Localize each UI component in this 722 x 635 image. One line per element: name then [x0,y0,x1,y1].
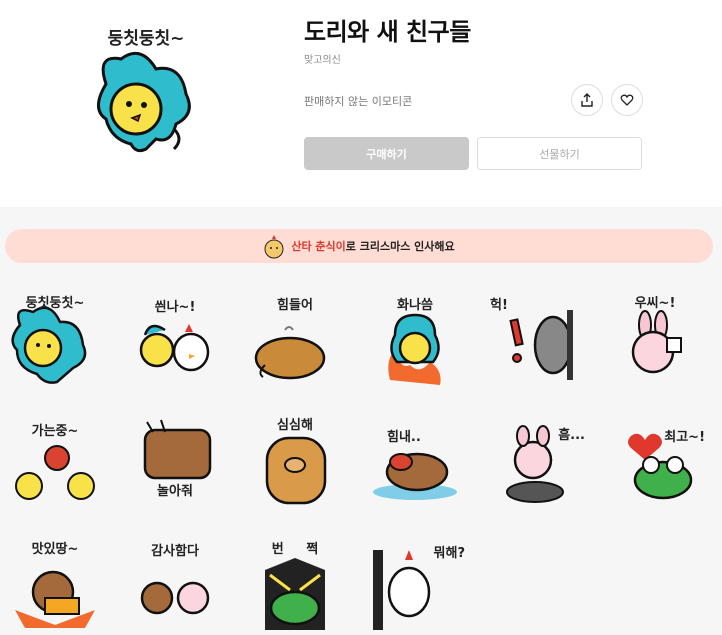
sticker-caption: 가는중~ [31,424,79,439]
sticker-caption: 둥칫둥칫~ [25,296,85,311]
sticker-caption: 힘들어 [277,298,313,313]
choonsik-icon [264,235,284,259]
sticker-caption: 화나씀 [397,298,433,313]
sticker-item[interactable]: 감사함다 [125,530,225,630]
hero-sticker-caption: 둥칫둥칫~ [107,29,185,49]
sticker-caption: 힘내.. [387,430,421,445]
sticker-caption: 번 쩍 [271,542,319,557]
share-icon [581,93,593,107]
sticker-caption: 뭐해? [433,546,465,561]
sticker-item[interactable]: 놀아줘 [125,410,225,510]
sticker-item[interactable]: 우씨~! [605,290,705,390]
promo-banner[interactable]: 산타 춘식이 로 크리스마스 인사해요 [5,229,713,263]
sticker-item[interactable]: 힘내.. [365,410,465,510]
sticker-item[interactable]: 가는중~ [5,410,105,510]
share-button[interactable] [571,84,603,116]
product-header: 둥칫둥칫~ 도리와 새 친구들 맞고의신 판매하지 않는 이모티콘 구매하기 선… [0,0,722,207]
sticker-caption: 최고~! [664,430,705,445]
like-button[interactable] [611,84,643,116]
banner-text: 로 크리스마스 인사해요 [345,240,455,253]
sticker-item[interactable]: 흠... [485,410,585,510]
sticker-caption: 맛있땅~ [31,542,79,557]
sticker-item[interactable]: 힘들어 [245,290,345,390]
sticker-item[interactable]: 최고~! [605,410,705,510]
best-frog-sticker-image [628,433,693,500]
sticker-item[interactable]: 헉! [485,290,585,390]
sticker-item[interactable]: 뭐해? [365,530,465,630]
sticker-caption: 헉! [490,298,508,313]
cheer-up-pig-sticker-image [373,452,457,500]
sticker-item[interactable]: 심심해 [245,410,345,510]
sticker-caption: 흠... [558,428,585,443]
hero-sticker: 둥칫둥칫~ [86,14,206,164]
gift-button[interactable]: 선물하기 [477,137,642,170]
sale-status: 판매하지 않는 이모티콘 [304,95,413,108]
product-title: 도리와 새 친구들 [304,18,471,46]
banner-highlight: 산타 춘식이 [291,240,346,253]
buy-button[interactable]: 구매하기 [304,137,469,170]
sticker-caption: 감사함다 [151,544,199,559]
sticker-item[interactable]: 번 쩍 [245,530,345,630]
heart-icon [620,94,634,106]
sticker-item[interactable]: 화나씀 [365,290,465,390]
sticker-caption: 심심해 [277,418,313,433]
sticker-item[interactable]: 둥칫둥칫~ [5,290,105,390]
sticker-item[interactable]: 맛있땅~ [5,530,105,630]
sticker-caption: 놀아줘 [157,484,193,499]
sticker-item[interactable]: 씐나~! [125,290,225,390]
product-author[interactable]: 맞고의신 [304,51,341,66]
sticker-caption: 우씨~! [634,296,676,311]
sticker-caption: 씐나~! [154,300,196,315]
